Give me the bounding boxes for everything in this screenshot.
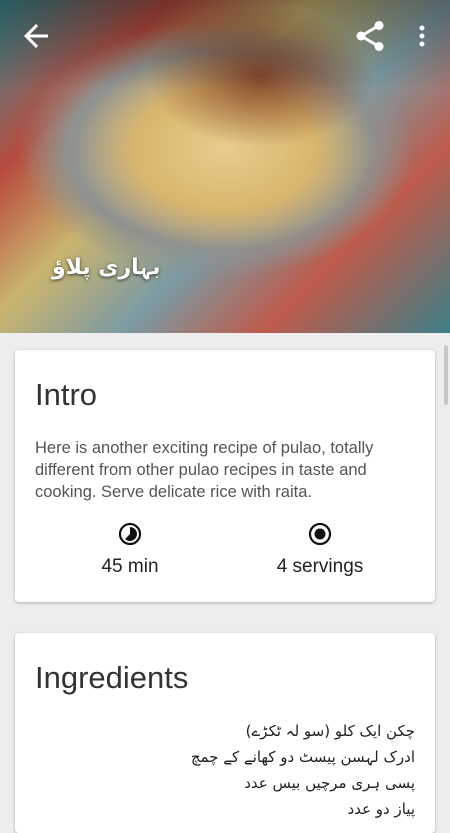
list-item: چکن ایک کلو (سو لہ ٹکڑے) — [245, 722, 415, 740]
recipe-title: بہاری پلاؤ — [52, 255, 161, 280]
timer-icon — [118, 522, 142, 546]
ingredients-heading: Ingredients — [35, 660, 189, 695]
arrow-left-icon[interactable] — [18, 18, 54, 54]
recipe-hero-image: بہاری پلاؤ — [0, 0, 450, 333]
cook-time: 45 min — [55, 522, 205, 578]
ingredients-list: چکن ایک کلو (سو لہ ٹکڑے) ادرک لہسن پیسٹ … — [35, 718, 415, 822]
ingredients-card: Ingredients چکن ایک کلو (سو لہ ٹکڑے) ادر… — [15, 633, 435, 833]
servings-value: 4 servings — [276, 556, 364, 577]
intro-heading: Intro — [35, 377, 98, 412]
intro-card: Intro Here is another exciting recipe of… — [15, 350, 435, 602]
intro-description: Here is another exciting recipe of pulao… — [35, 439, 374, 501]
more-vert-icon[interactable] — [410, 18, 434, 54]
share-icon[interactable] — [352, 18, 388, 54]
list-item: ادرک لہسن پیسٹ دو کھانے کے چمچ — [190, 748, 415, 766]
servings: 4 servings — [245, 522, 395, 578]
scrollbar[interactable] — [444, 345, 448, 405]
servings-icon — [308, 522, 332, 546]
cook-time-value: 45 min — [101, 556, 159, 577]
list-item: پسی ہری مرچیں بیس عدد — [244, 774, 415, 792]
